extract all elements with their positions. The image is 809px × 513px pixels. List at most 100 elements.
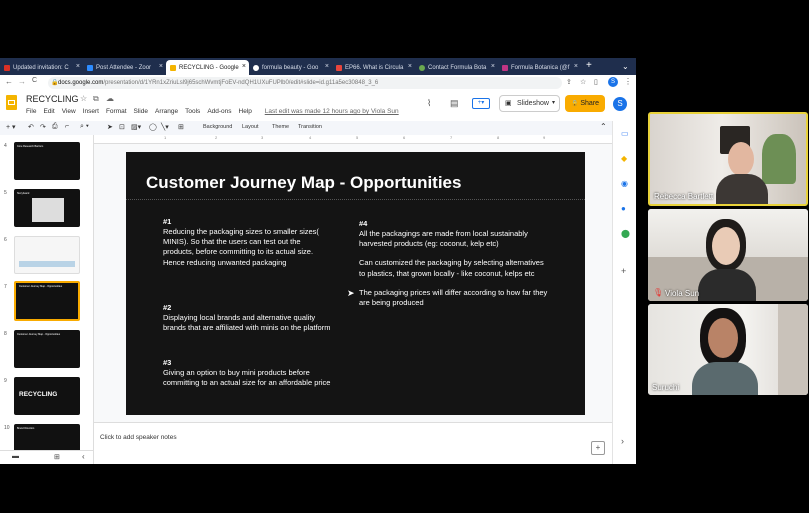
chevron-left-icon[interactable]: ‹ <box>82 452 85 461</box>
star-icon[interactable]: ☆ <box>80 94 87 103</box>
slide-filmstrip: 4 Core Research Barriers 5 Storyboard 6 … <box>0 135 94 464</box>
slide-thumbnail[interactable]: RECYCLING <box>14 377 80 415</box>
view-toggle-bar: ▬ ⊞ ‹ <box>0 450 93 464</box>
tab[interactable]: Updated invitation: C × <box>0 60 83 75</box>
menu-help[interactable]: Help <box>239 108 252 115</box>
tab[interactable]: EP66. What is Circula × <box>332 60 415 75</box>
lock-icon: 🔒 <box>51 80 59 86</box>
slide-thumbnail[interactable]: Storyboard <box>14 189 80 227</box>
gmail-icon <box>4 64 10 71</box>
slide-thumbnail[interactable]: Core Research Barriers <box>14 142 80 180</box>
menu-slide[interactable]: Slide <box>134 108 148 115</box>
slide-thumbnail-selected[interactable]: Customer Journey Map - Opportunities <box>14 281 80 321</box>
last-edit-link[interactable]: Last edit was made 12 hours ago by Viola… <box>265 108 399 115</box>
participant-face <box>728 142 754 176</box>
transition-button[interactable]: Transition <box>298 124 322 130</box>
menu-file[interactable]: File <box>26 108 36 115</box>
bookmark-star-icon[interactable]: ☆ <box>580 78 586 86</box>
slides-logo-icon[interactable] <box>6 95 17 110</box>
grid-view-icon[interactable]: ⊞ <box>54 453 60 461</box>
slides-panel-icon[interactable]: ▭ <box>621 129 629 138</box>
google-icon <box>253 64 259 71</box>
tab[interactable]: Formula Botanica (@f × <box>498 60 581 75</box>
reload-button[interactable]: C <box>32 77 37 84</box>
text-box-icon[interactable]: ⊡ <box>119 123 125 131</box>
doc-title[interactable]: RECYCLING <box>26 94 79 104</box>
new-slide-icon[interactable]: + ▾ <box>6 123 16 131</box>
filmstrip-view-icon[interactable]: ▬ <box>12 453 19 460</box>
forward-button[interactable]: → <box>18 77 26 86</box>
participant-face <box>708 318 738 358</box>
select-cursor-icon[interactable]: ➤ <box>107 123 113 131</box>
participant-body <box>716 174 768 204</box>
meet-button[interactable]: +▾ <box>472 98 490 109</box>
chevron-down-icon[interactable]: ▾ <box>552 96 555 111</box>
url-field[interactable]: 🔒 docs.google.com/presentation/d/1YRn1xZ… <box>48 77 562 89</box>
menu-format[interactable]: Format <box>106 108 127 115</box>
explore-button[interactable]: + <box>591 441 605 455</box>
print-icon[interactable]: ⎙ <box>52 123 58 131</box>
menu-arrange[interactable]: Arrange <box>155 108 178 115</box>
browser-menu-icon[interactable]: ⋮ <box>624 77 632 86</box>
layout-button[interactable]: Layout <box>242 124 259 130</box>
tasks-icon[interactable]: ◉ <box>621 179 628 188</box>
slides-icon <box>170 64 176 71</box>
close-icon[interactable]: × <box>242 63 246 70</box>
slide-thumbnail[interactable] <box>14 236 80 274</box>
opportunity-3: #3 Giving an option to buy mini products… <box>163 358 331 388</box>
activity-icon[interactable]: ⌇ <box>427 98 431 109</box>
new-tab-button[interactable]: + <box>586 60 592 71</box>
video-tile[interactable]: Suruchi <box>648 304 808 395</box>
close-icon[interactable]: × <box>491 63 495 70</box>
redo-icon[interactable]: ↷ <box>40 123 46 131</box>
current-slide[interactable]: Customer Journey Map - Opportunities #1 … <box>126 152 585 415</box>
slide-thumbnail[interactable]: Customer Journey Map - Opportunities <box>14 330 80 368</box>
video-tile[interactable]: 🎙 Viola Sun <box>648 209 808 301</box>
slideshow-button[interactable]: ▣ Slideshow ▾ <box>499 95 560 112</box>
background-button[interactable]: Background <box>203 124 232 130</box>
comment-add-icon[interactable]: ⊞ <box>178 123 184 131</box>
move-folder-icon[interactable]: ⧉ <box>93 94 99 104</box>
tab[interactable]: Contact Formula Bota × <box>415 60 498 75</box>
side-panel-icon[interactable]: ▯ <box>594 78 598 86</box>
cloud-status-icon[interactable]: ☁ <box>106 94 114 103</box>
close-icon[interactable]: × <box>574 63 578 70</box>
back-button[interactable]: ← <box>5 77 13 86</box>
undo-icon[interactable]: ↶ <box>28 123 34 131</box>
theme-button[interactable]: Theme <box>272 124 289 130</box>
share-page-icon[interactable]: ⇪ <box>566 78 572 86</box>
menu-addons[interactable]: Add-ons <box>207 108 231 115</box>
menu-tools[interactable]: Tools <box>185 108 200 115</box>
tab-active[interactable]: RECYCLING - Google × <box>166 60 249 75</box>
close-icon[interactable]: × <box>408 63 412 70</box>
account-avatar[interactable]: S <box>613 97 627 111</box>
menu-view[interactable]: View <box>62 108 76 115</box>
collapse-toolbar-icon[interactable]: ⌃ <box>600 122 607 131</box>
profile-avatar[interactable]: S <box>608 77 618 87</box>
close-icon[interactable]: × <box>159 63 163 70</box>
chevron-right-icon[interactable]: › <box>621 436 624 446</box>
slide-title: Customer Journey Map - Opportunities <box>146 173 462 192</box>
zoom-icon[interactable]: ⌕ ▾ <box>80 123 89 131</box>
image-icon[interactable]: ▨▾ <box>131 123 141 131</box>
participant-name: Rebecca Bartlett <box>654 192 714 201</box>
keep-icon[interactable]: ◆ <box>621 154 627 163</box>
contacts-icon[interactable]: ● <box>621 204 626 213</box>
paint-format-icon[interactable]: ⌐ <box>65 123 69 130</box>
comments-icon[interactable]: ▤ <box>450 98 459 109</box>
line-icon[interactable]: ╲▾ <box>161 123 169 131</box>
tab[interactable]: Post Attendee - Zoor × <box>83 60 166 75</box>
close-icon[interactable]: × <box>76 63 80 70</box>
shape-icon[interactable]: ◯ <box>149 123 157 131</box>
tab-search-icon[interactable]: ⌄ <box>622 62 629 71</box>
close-icon[interactable]: × <box>325 63 329 70</box>
speaker-notes[interactable]: Click to add speaker notes <box>94 422 612 464</box>
participant-face <box>712 227 740 265</box>
share-button[interactable]: 🔒 Share <box>565 95 605 112</box>
tab[interactable]: formula beauty - Goo × <box>249 60 332 75</box>
add-addon-icon[interactable]: + <box>621 266 626 276</box>
menu-edit[interactable]: Edit <box>43 108 54 115</box>
menu-insert[interactable]: Insert <box>83 108 99 115</box>
maps-icon[interactable]: ⬤ <box>621 229 630 238</box>
video-tile[interactable]: Rebecca Bartlett <box>648 112 808 206</box>
